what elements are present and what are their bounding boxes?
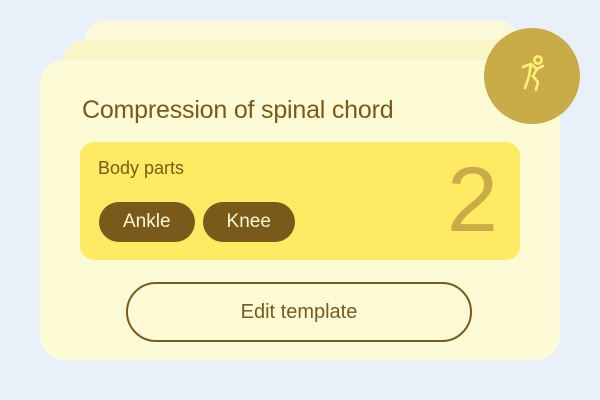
- body-parts-panel: Body parts Ankle Knee 2: [80, 142, 520, 260]
- template-card[interactable]: Compression of spinal chord Body parts A…: [40, 60, 560, 360]
- person-exercise-icon: [517, 54, 547, 99]
- body-part-tag-ankle: Ankle: [99, 202, 195, 242]
- body-parts-count: 2: [446, 149, 498, 251]
- body-part-tags: Ankle Knee: [99, 202, 295, 242]
- edit-template-button[interactable]: Edit template: [126, 282, 472, 342]
- card-title: Compression of spinal chord: [82, 96, 394, 124]
- body-part-tag-knee: Knee: [202, 202, 295, 242]
- avatar: [484, 28, 580, 124]
- body-parts-label: Body parts: [98, 158, 185, 178]
